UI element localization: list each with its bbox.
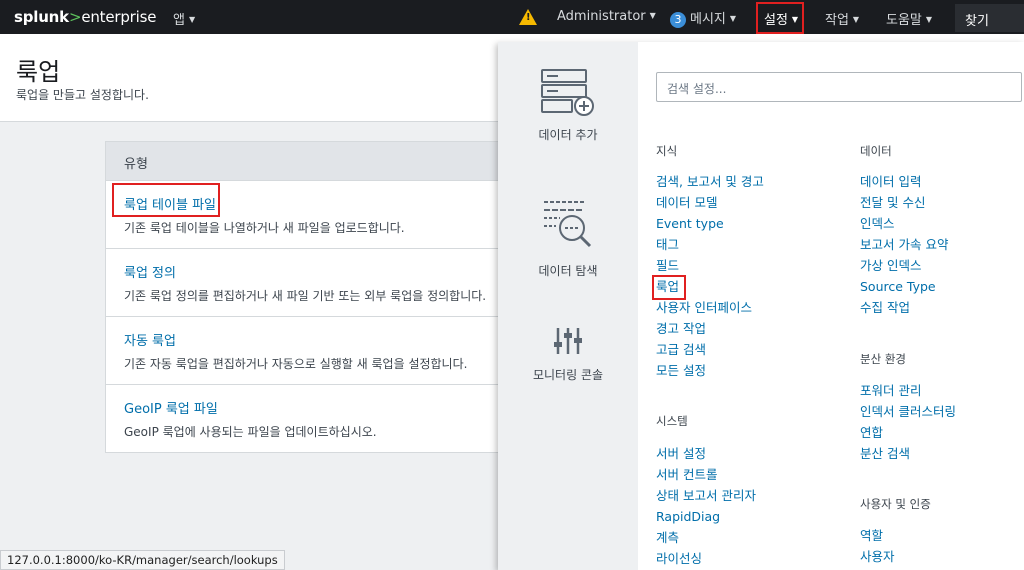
menu-item-rapiddiag[interactable]: RapidDiag <box>656 506 756 527</box>
menu-item-indexer-clustering[interactable]: 인덱서 클러스터링 <box>860 401 956 422</box>
distributed-section-title: 분산 환경 <box>860 352 906 366</box>
activity-menu[interactable]: 작업 ▼ <box>825 9 859 28</box>
explore-data-icon <box>544 201 592 248</box>
browser-status-url: 127.0.0.1:8000/ko-KR/manager/search/look… <box>0 550 285 570</box>
messages-count-badge: 3 <box>670 12 686 28</box>
table-row-description: 기존 룩업 정의를 편집하거나 새 파일 기반 또는 외부 룩업을 정의합니다. <box>124 289 486 303</box>
warning-exclamation: ! <box>526 12 531 23</box>
table-row-description: 기존 자동 룩업을 편집하거나 자동으로 실행할 새 룩업을 설정합니다. <box>124 357 468 371</box>
menu-item-advanced-search[interactable]: 고급 검색 <box>656 339 764 360</box>
users-auth-section-title: 사용자 및 인증 <box>860 497 931 511</box>
menu-item-report-acceleration-summaries[interactable]: 보고서 가속 요약 <box>860 234 948 255</box>
table-row: GeoIP 룩업 파일 GeoIP 룩업에 사용되는 파일을 업데이트하십시오. <box>106 384 504 452</box>
activity-menu-label: 작업 <box>825 13 849 28</box>
splunk-logo[interactable]: splunk>enterprise <box>14 8 156 26</box>
messages-menu[interactable]: 3 메시지 ▼ <box>670 8 736 28</box>
menu-item-instrumentation[interactable]: 계측 <box>656 527 756 548</box>
warning-icon[interactable]: ! <box>519 9 537 25</box>
monitoring-console-tile[interactable]: 모니터링 콘솔 <box>498 324 638 383</box>
help-menu[interactable]: 도움말 ▼ <box>886 9 932 28</box>
lookup-definitions-link[interactable]: 룩업 정의 <box>124 262 486 281</box>
system-section-title: 시스템 <box>656 414 688 428</box>
page-subtitle: 룩업을 만들고 설정합니다. <box>16 88 149 102</box>
menu-item-federation[interactable]: 연합 <box>860 422 956 443</box>
menu-item-forwarding-receiving[interactable]: 전달 및 수신 <box>860 192 948 213</box>
add-data-label: 데이터 추가 <box>538 128 598 142</box>
menu-item-distributed-search[interactable]: 분산 검색 <box>860 443 956 464</box>
add-data-icon <box>541 69 594 116</box>
table-row-description: GeoIP 룩업에 사용되는 파일을 업데이트하십시오. <box>124 425 377 439</box>
settings-dropdown: 데이터 추가 데이터 탐색 모니터링 콘솔 검색 설정... 지식 검색, 보고… <box>498 42 1024 570</box>
menu-item-server-controls[interactable]: 서버 컨트롤 <box>656 464 756 485</box>
geoip-lookup-file-link[interactable]: GeoIP 룩업 파일 <box>124 398 486 417</box>
logo-product: enterprise <box>81 8 157 26</box>
chevron-down-icon: ▼ <box>925 15 933 24</box>
help-menu-label: 도움말 <box>886 13 922 28</box>
menu-item-all-configurations[interactable]: 모든 설정 <box>656 360 764 381</box>
table-row: 룩업 정의 기존 룩업 정의를 편집하거나 새 파일 기반 또는 외부 룩업을 … <box>106 248 504 316</box>
table-row-description: 기존 룩업 테이블을 나열하거나 새 파일을 업로드합니다. <box>124 221 405 235</box>
menu-item-ingest-actions[interactable]: 수집 작업 <box>860 297 948 318</box>
data-menu-list: 데이터 입력 전달 및 수신 인덱스 보고서 가속 요약 가상 인덱스 Sour… <box>860 171 948 318</box>
apps-menu-label: 앱 <box>173 13 185 28</box>
menu-item-searches-reports-alerts[interactable]: 검색, 보고서 및 경고 <box>656 171 764 192</box>
find-input-label: 찾기 <box>965 14 989 29</box>
user-menu-label: Administrator <box>557 9 646 24</box>
add-data-tile[interactable]: 데이터 추가 <box>498 68 638 143</box>
lookup-table-files-highlight-box <box>112 183 220 217</box>
sliders-icon <box>554 328 582 354</box>
lookups-highlight-box <box>652 275 686 300</box>
user-menu[interactable]: Administrator ▼ <box>557 9 656 24</box>
apps-menu[interactable]: 앱 ▼ <box>173 9 195 28</box>
chevron-down-icon: ▼ <box>729 14 737 23</box>
menu-item-virtual-indexes[interactable]: 가상 인덱스 <box>860 255 948 276</box>
data-section-title: 데이터 <box>860 144 892 158</box>
explore-data-tile[interactable]: 데이터 탐색 <box>498 194 638 279</box>
menu-item-users[interactable]: 사용자 <box>860 546 895 567</box>
chevron-down-icon: ▼ <box>649 11 656 20</box>
menu-item-event-types[interactable]: Event type <box>656 213 764 234</box>
logo-brand: splunk <box>14 8 69 26</box>
logo-separator: > <box>68 8 82 26</box>
menu-item-alert-actions[interactable]: 경고 작업 <box>656 318 764 339</box>
chevron-down-icon: ▼ <box>852 15 860 24</box>
monitoring-console-label: 모니터링 콘솔 <box>532 368 604 382</box>
settings-search-input[interactable]: 검색 설정... <box>656 72 1022 102</box>
table-header-type: 유형 <box>106 142 504 180</box>
menu-item-forwarder-management[interactable]: 포워더 관리 <box>860 380 956 401</box>
page-title: 룩업 <box>16 58 61 86</box>
menu-item-health-report-manager[interactable]: 상태 보고서 관리자 <box>656 485 756 506</box>
top-navigation-bar: splunk>enterprise 앱 ▼ ! Administrator ▼ 3메… <box>0 0 1024 34</box>
menu-item-roles[interactable]: 역할 <box>860 525 895 546</box>
menu-item-licensing[interactable]: 라이선싱 <box>656 548 756 569</box>
distributed-menu-list: 포워더 관리 인덱서 클러스터링 연합 분산 검색 <box>860 380 956 464</box>
menu-item-server-settings[interactable]: 서버 설정 <box>656 443 756 464</box>
knowledge-section-title: 지식 <box>656 144 678 158</box>
menu-item-source-types[interactable]: Source Type <box>860 276 948 297</box>
menu-item-data-inputs[interactable]: 데이터 입력 <box>860 171 948 192</box>
table-row: 자동 룩업 기존 자동 룩업을 편집하거나 자동으로 실행할 새 룩업을 설정합… <box>106 316 504 384</box>
menu-item-indexes[interactable]: 인덱스 <box>860 213 948 234</box>
messages-menu-label: 메시지 <box>690 12 726 27</box>
chevron-down-icon: ▼ <box>188 15 196 24</box>
system-menu-list: 서버 설정 서버 컨트롤 상태 보고서 관리자 RapidDiag 계측 라이선… <box>656 443 756 569</box>
find-input[interactable]: 찾기 <box>955 4 1024 32</box>
menu-item-fields[interactable]: 필드 <box>656 255 764 276</box>
menu-item-tags[interactable]: 태그 <box>656 234 764 255</box>
menu-item-user-interface[interactable]: 사용자 인터페이스 <box>656 297 764 318</box>
automatic-lookups-link[interactable]: 자동 룩업 <box>124 330 486 349</box>
explore-data-label: 데이터 탐색 <box>538 264 598 278</box>
menu-item-data-models[interactable]: 데이터 모델 <box>656 192 764 213</box>
settings-tiles-column: 데이터 추가 데이터 탐색 모니터링 콘솔 <box>498 42 638 570</box>
settings-highlight-box <box>756 2 804 34</box>
users-auth-menu-list: 역할 사용자 <box>860 525 895 567</box>
